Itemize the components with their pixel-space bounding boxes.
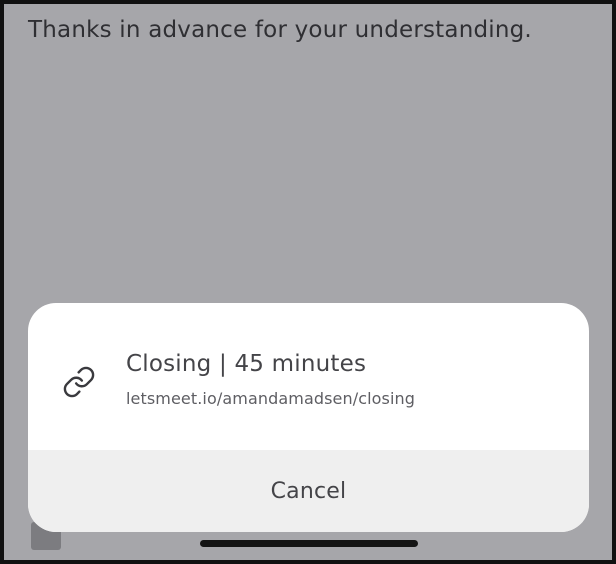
option-url: letsmeet.io/amandamadsen/closing bbox=[126, 389, 416, 408]
screen: Thanks in advance for your understanding… bbox=[0, 0, 616, 564]
message-text: Thanks in advance for your understanding… bbox=[28, 17, 532, 43]
option-title: Closing | 45 minutes bbox=[126, 351, 367, 377]
home-indicator bbox=[200, 540, 418, 547]
action-sheet: Closing | 45 minutes letsmeet.io/amandam… bbox=[28, 303, 589, 532]
link-icon bbox=[63, 366, 95, 398]
cancel-button[interactable]: Cancel bbox=[28, 450, 589, 532]
share-link-option[interactable]: Closing | 45 minutes letsmeet.io/amandam… bbox=[28, 303, 589, 450]
